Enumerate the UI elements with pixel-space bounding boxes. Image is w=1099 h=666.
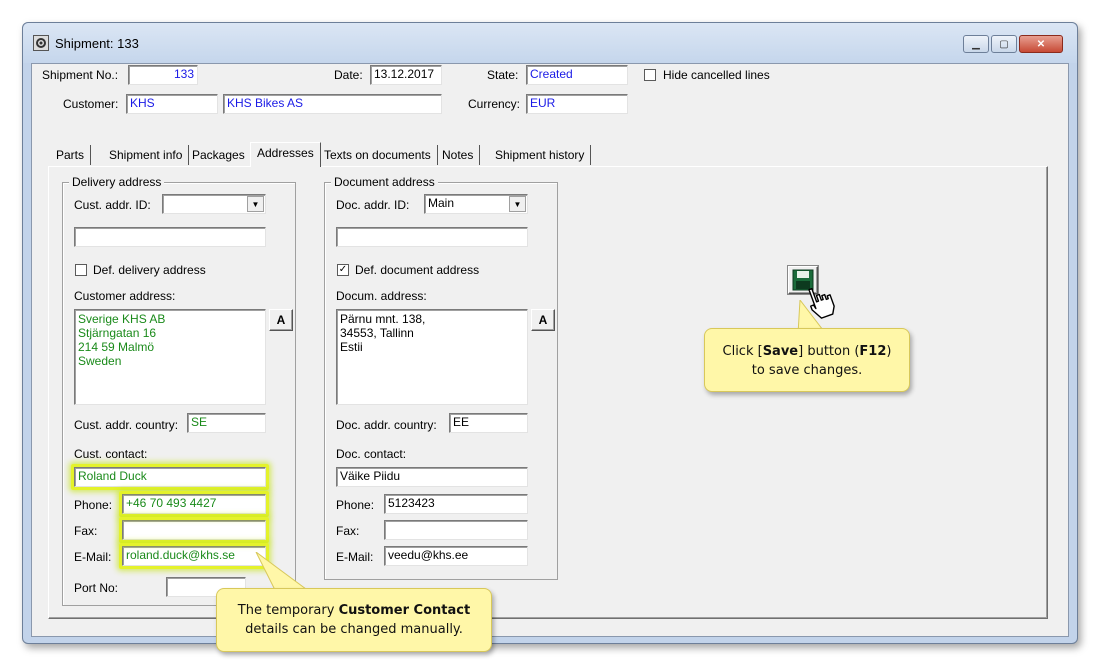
- def-document-checkbox[interactable]: ✓: [337, 264, 349, 276]
- customer-address-a-button[interactable]: A: [269, 309, 293, 331]
- cust-addr-country-label: Cust. addr. country:: [74, 418, 179, 432]
- cust-fax-field[interactable]: [122, 520, 266, 540]
- save-callout: Click [Save] button (F12) to save change…: [704, 328, 910, 392]
- minimize-button[interactable]: ▁: [963, 35, 989, 53]
- doc-phone-field[interactable]: 5123423: [384, 494, 528, 514]
- port-no-label: Port No:: [74, 581, 119, 595]
- cust-phone-field[interactable]: +46 70 493 4427: [122, 494, 266, 514]
- document-extra-field[interactable]: [336, 227, 528, 247]
- checkmark-icon: ✓: [338, 264, 348, 275]
- window-title: Shipment: 133: [55, 36, 139, 51]
- doc-contact-field[interactable]: Väike Piidu: [336, 467, 528, 487]
- minimize-icon: ▁: [972, 38, 980, 50]
- contact-callout-line1: The temporary Customer Contact: [237, 603, 471, 618]
- doc-phone-label: Phone:: [336, 498, 375, 512]
- tab-parts[interactable]: Parts: [50, 145, 92, 165]
- tab-shipment-history[interactable]: Shipment history: [489, 145, 592, 165]
- cust-email-label: E-Mail:: [74, 550, 112, 564]
- def-document-label: Def. document address: [355, 263, 480, 277]
- document-address-title: Document address: [331, 175, 438, 189]
- doc-fax-label: Fax:: [336, 524, 360, 538]
- customer-name-field[interactable]: KHS Bikes AS: [223, 94, 442, 114]
- cust-addr-id-select[interactable]: ▼: [162, 194, 266, 214]
- cust-fax-label: Fax:: [74, 524, 98, 538]
- tab-addresses[interactable]: Addresses: [250, 142, 321, 167]
- state-field[interactable]: Created: [526, 65, 628, 85]
- doc-email-field[interactable]: veedu@khs.ee: [384, 546, 528, 566]
- app-icon: [33, 35, 49, 51]
- cust-phone-label: Phone:: [74, 498, 113, 512]
- state-label: State:: [487, 68, 519, 82]
- doc-addr-country-label: Doc. addr. country:: [336, 418, 437, 432]
- document-address-a-button[interactable]: A: [531, 309, 555, 331]
- tab-texts-on-documents[interactable]: Texts on documents: [318, 145, 438, 165]
- shipment-no-field[interactable]: 133: [128, 65, 198, 85]
- tab-shipment-info[interactable]: Shipment info: [103, 145, 190, 165]
- chevron-down-icon[interactable]: ▼: [509, 196, 526, 212]
- tab-notes[interactable]: Notes: [436, 145, 481, 165]
- customer-address-label: Customer address:: [74, 289, 176, 303]
- document-address-memo[interactable]: Pärnu mnt. 138, 34553, Tallinn Estii: [336, 309, 528, 405]
- document-address-label: Docum. address:: [336, 289, 427, 303]
- contact-callout: The temporary Customer Contact details c…: [216, 588, 492, 652]
- title-bar: Shipment: 133 ▁ ▢ ✕: [23, 23, 1077, 63]
- contact-callout-pointer: [255, 552, 311, 592]
- doc-addr-id-value: Main: [428, 196, 455, 210]
- delivery-address-title: Delivery address: [69, 175, 165, 189]
- doc-addr-id-label: Doc. addr. ID:: [336, 198, 410, 212]
- doc-fax-field[interactable]: [384, 520, 528, 540]
- customer-label: Customer:: [63, 97, 119, 111]
- shipment-no-label: Shipment No.:: [42, 68, 119, 82]
- currency-field[interactable]: EUR: [526, 94, 628, 114]
- save-callout-line1: Click [Save] button (F12): [722, 344, 892, 359]
- tab-packages[interactable]: Packages: [186, 145, 252, 165]
- customer-code-field[interactable]: KHS: [126, 94, 218, 114]
- doc-addr-country-field[interactable]: EE: [449, 413, 528, 433]
- def-delivery-checkbox[interactable]: [75, 264, 87, 276]
- hide-cancelled-label: Hide cancelled lines: [663, 68, 770, 82]
- save-callout-line2: to save changes.: [751, 363, 863, 378]
- close-button[interactable]: ✕: [1019, 35, 1063, 53]
- customer-address-memo[interactable]: Sverige KHS AB Stjärngatan 16 214 59 Mal…: [74, 309, 266, 405]
- doc-contact-label: Doc. contact:: [336, 447, 407, 461]
- currency-label: Currency:: [468, 97, 521, 111]
- close-icon: ✕: [1036, 38, 1046, 50]
- cust-addr-country-field[interactable]: SE: [187, 413, 266, 433]
- def-delivery-label: Def. delivery address: [93, 263, 206, 277]
- cust-contact-label: Cust. contact:: [74, 447, 148, 461]
- hide-cancelled-checkbox[interactable]: [644, 69, 656, 81]
- cust-addr-id-label: Cust. addr. ID:: [74, 198, 151, 212]
- delivery-extra-field[interactable]: [74, 227, 266, 247]
- cust-contact-field[interactable]: Roland Duck: [74, 467, 266, 487]
- doc-email-label: E-Mail:: [336, 550, 374, 564]
- doc-addr-id-select[interactable]: Main ▼: [424, 194, 528, 214]
- date-field[interactable]: 13.12.2017: [370, 65, 442, 85]
- date-label: Date:: [334, 68, 363, 82]
- contact-callout-line2: details can be changed manually.: [245, 622, 463, 637]
- maximize-button[interactable]: ▢: [991, 35, 1017, 53]
- cust-email-field[interactable]: roland.duck@khs.se: [122, 546, 266, 566]
- chevron-down-icon[interactable]: ▼: [247, 196, 264, 212]
- maximize-icon: ▢: [999, 38, 1009, 50]
